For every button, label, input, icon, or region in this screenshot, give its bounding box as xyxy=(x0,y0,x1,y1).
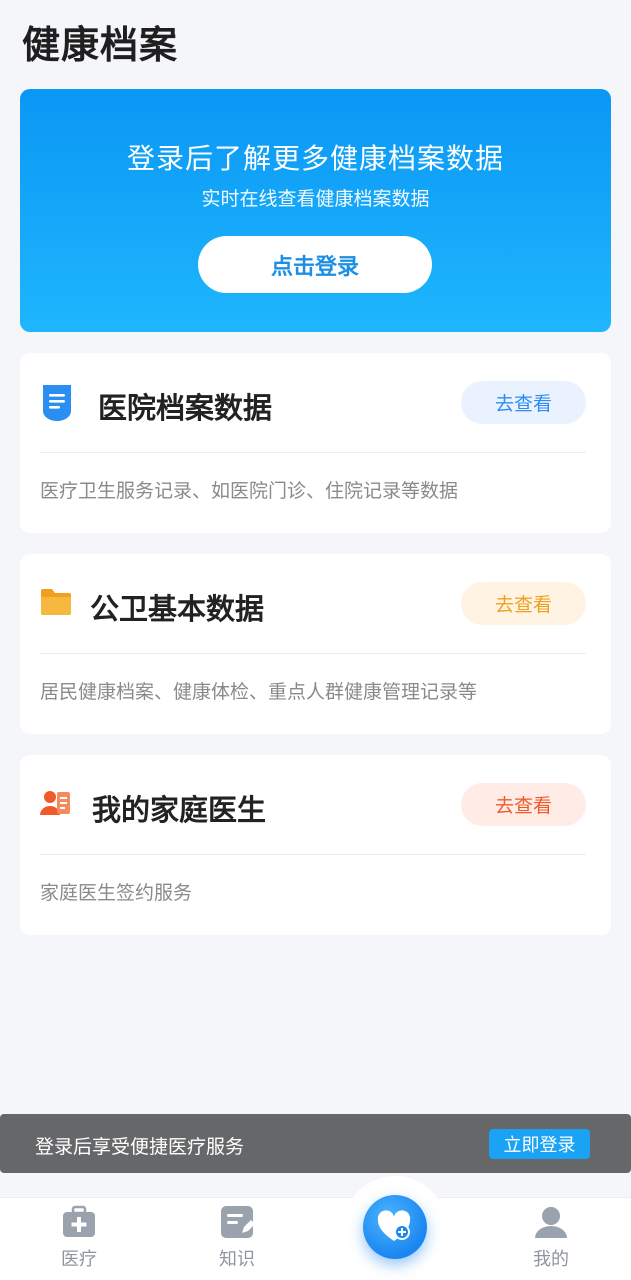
card-description: 居民健康档案、健康体检、重点人群健康管理记录等 xyxy=(40,681,478,703)
tab-knowledge[interactable]: 知识 xyxy=(177,1198,297,1280)
click-login-button[interactable]: 点击登录 xyxy=(198,236,432,293)
card-title: 我的家庭医生 xyxy=(92,793,267,827)
banner-subtitle: 实时在线查看健康档案数据 xyxy=(201,188,430,210)
card-public-health[interactable]: 公卫基本数据 去查看 居民健康档案、健康体检、重点人群健康管理记录等 xyxy=(20,554,611,734)
login-toast: 登录后享受便捷医疗服务 立即登录 xyxy=(0,1114,631,1173)
folder-icon xyxy=(40,588,74,628)
card-family-doctor[interactable]: 我的家庭医生 去查看 家庭医生签约服务 xyxy=(20,755,611,935)
toast-text: 登录后享受便捷医疗服务 xyxy=(35,1136,245,1158)
login-now-button[interactable]: 立即登录 xyxy=(489,1129,590,1159)
health-heart-icon xyxy=(377,1210,411,1241)
view-family-doctor-button[interactable]: 去查看 xyxy=(461,783,586,826)
divider xyxy=(40,854,586,855)
tab-mine[interactable]: 我的 xyxy=(491,1198,611,1280)
user-icon xyxy=(535,1207,567,1238)
tab-label: 我的 xyxy=(533,1249,569,1270)
divider xyxy=(40,452,586,453)
login-banner: 登录后了解更多健康档案数据 实时在线查看健康档案数据 点击登录 xyxy=(20,89,611,332)
view-public-health-button[interactable]: 去查看 xyxy=(461,582,586,625)
banner-title: 登录后了解更多健康档案数据 xyxy=(126,142,504,175)
knowledge-icon xyxy=(221,1206,254,1238)
divider xyxy=(40,653,586,654)
card-description: 家庭医生签约服务 xyxy=(40,882,193,904)
document-icon xyxy=(40,383,74,423)
tab-health-center-button[interactable] xyxy=(363,1195,427,1259)
tab-medical[interactable]: 医疗 xyxy=(19,1198,139,1280)
card-title: 医院档案数据 xyxy=(98,391,273,425)
card-title: 公卫基本数据 xyxy=(90,592,265,626)
tab-bar: 医疗 知识 我的 xyxy=(0,1197,631,1280)
card-hospital-records[interactable]: 医院档案数据 去查看 医疗卫生服务记录、如医院门诊、住院记录等数据 xyxy=(20,353,611,533)
page-title: 健康档案 xyxy=(22,23,179,67)
card-description: 医疗卫生服务记录、如医院门诊、住院记录等数据 xyxy=(40,480,459,502)
doctor-icon xyxy=(40,789,74,829)
tab-label: 知识 xyxy=(219,1249,255,1270)
view-hospital-records-button[interactable]: 去查看 xyxy=(461,381,586,424)
tab-label: 医疗 xyxy=(61,1249,97,1270)
medical-kit-icon xyxy=(63,1205,95,1237)
